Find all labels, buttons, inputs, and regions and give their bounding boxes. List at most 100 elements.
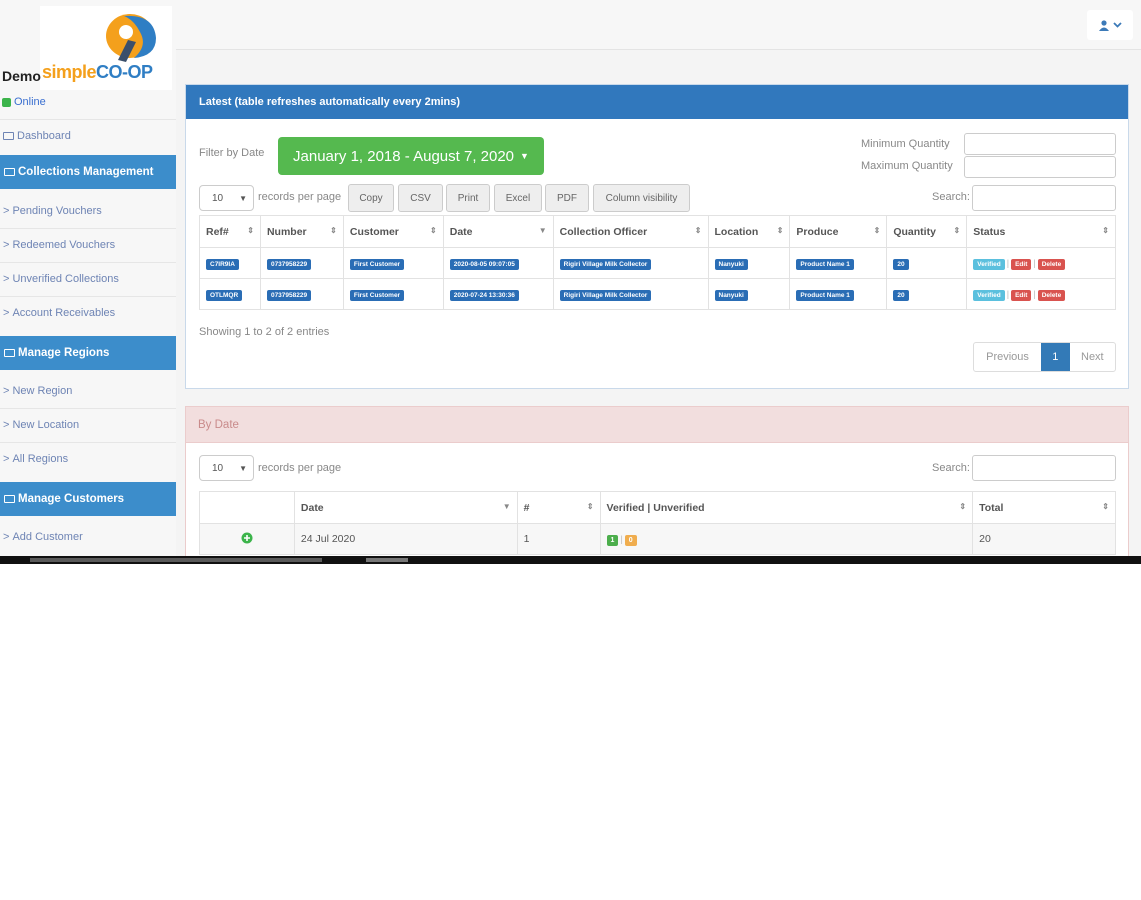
divider: [0, 262, 176, 263]
sidebar-item-new-location[interactable]: > New Location: [0, 419, 176, 431]
records-per-page-label: records per page: [258, 191, 342, 203]
sidebar: simpleCO-OP Demo Online Dashboard Collec…: [0, 0, 176, 558]
sidebar-item-unverified-collections[interactable]: > Unverified Collections: [0, 273, 176, 285]
user-menu-button[interactable]: [1087, 10, 1133, 40]
column-header-verified-unverified[interactable]: Verified | Unverified ⇕: [599, 491, 974, 524]
column-header-count[interactable]: # ⇕: [516, 491, 601, 524]
delete-button[interactable]: Delete: [1037, 258, 1066, 270]
sidebar-group-collections[interactable]: Collections Management: [0, 155, 176, 189]
csv-button[interactable]: CSV: [398, 184, 443, 212]
sidebar-group-regions[interactable]: Manage Regions: [0, 336, 176, 370]
sidebar-group-customers[interactable]: Manage Customers: [0, 482, 176, 516]
latest-table: Ref# ⇕ Number ⇕ Customer ⇕ Date ▼ Collection…: [199, 215, 1116, 310]
plus-circle-icon[interactable]: [241, 532, 253, 544]
pagination: Previous 1 Next: [973, 342, 1116, 372]
sidebar-item-add-customer[interactable]: > Add Customer: [0, 531, 176, 543]
column-header-collection-officer[interactable]: Collection Officer ⇕: [552, 215, 709, 248]
min-quantity-label: Minimum Quantity: [861, 138, 950, 150]
search-label: Search:: [932, 462, 970, 474]
divider: [0, 442, 176, 443]
print-button[interactable]: Print: [446, 184, 490, 212]
date-badge: 2020-08-05 09:07:05: [449, 258, 519, 270]
date-badge: 2020-07-24 13:30:36: [449, 289, 519, 301]
produce-badge: Product Name 1: [796, 258, 854, 270]
divider: [0, 408, 176, 409]
number-badge: 0737958229: [266, 258, 312, 270]
customer-badge: First Customer: [349, 289, 405, 301]
officer-badge: Rigiri Village Milk Collector: [559, 258, 652, 270]
latest-panel-title: Latest (table refreshes automatically ev…: [186, 85, 1128, 119]
officer-badge: Rigiri Village Milk Collector: [559, 289, 652, 301]
sidebar-item-dashboard[interactable]: Dashboard: [0, 130, 176, 142]
logo-mark-icon: [106, 14, 156, 62]
logo-text: simpleCO-OP: [42, 62, 153, 82]
list-icon: [4, 495, 15, 503]
column-header-status[interactable]: Status ⇕: [966, 215, 1116, 248]
table-header-row: Ref# ⇕ Number ⇕ Customer ⇕ Date ▼ Collection…: [199, 215, 1116, 248]
customer-badge: First Customer: [349, 258, 405, 270]
table-header-row: Date ▼ # ⇕ Verified | Unverified ⇕ Total ⇕: [199, 491, 1116, 524]
verified-count-badge: 1: [606, 534, 619, 546]
divider: [0, 119, 176, 120]
column-header-number[interactable]: Number ⇕: [259, 215, 344, 248]
number-badge: 0737958229: [266, 289, 312, 301]
delete-button[interactable]: Delete: [1037, 289, 1066, 301]
column-header-date[interactable]: Date ▼: [442, 215, 554, 248]
column-header-location[interactable]: Location ⇕: [707, 215, 791, 248]
search-input[interactable]: [972, 185, 1116, 211]
sidebar-item-redeemed-vouchers[interactable]: > Redeemed Vouchers: [0, 239, 176, 251]
sidebar-item-all-regions[interactable]: > All Regions: [0, 453, 176, 465]
pdf-button[interactable]: PDF: [545, 184, 589, 212]
page-1-button[interactable]: 1: [1041, 343, 1070, 371]
online-dot-icon: [2, 97, 11, 107]
min-quantity-input[interactable]: [964, 133, 1116, 155]
verified-badge[interactable]: Verified: [973, 289, 1005, 301]
records-per-page-label: records per page: [258, 462, 342, 474]
date-range-button[interactable]: January 1, 2018 - August 7, 2020 ▼: [278, 137, 544, 175]
sidebar-item-new-region[interactable]: > New Region: [0, 385, 176, 397]
excel-button[interactable]: Excel: [494, 184, 542, 212]
column-visibility-button[interactable]: Column visibility: [593, 184, 690, 212]
table-row: OTLMQR 0737958229 First Customer 2020-07…: [199, 278, 1116, 310]
table-row: C7IR9IA 0737958229 First Customer 2020-0…: [199, 247, 1116, 279]
divider: [0, 228, 176, 229]
next-page-button[interactable]: Next: [1070, 343, 1115, 371]
taskbar-segment: [366, 558, 408, 562]
entries-info: Showing 1 to 2 of 2 entries: [199, 326, 330, 338]
page-size-select[interactable]: 10 ▼: [199, 455, 254, 481]
column-header-total[interactable]: Total ⇕: [972, 491, 1116, 524]
count-cell: 1: [516, 523, 601, 555]
edit-button[interactable]: Edit: [1011, 289, 1032, 301]
edit-button[interactable]: Edit: [1011, 258, 1032, 270]
taskbar-segment: [30, 558, 322, 562]
latest-panel: Latest (table refreshes automatically ev…: [185, 84, 1129, 389]
sidebar-item-pending-vouchers[interactable]: > Pending Vouchers: [0, 205, 176, 217]
quantity-badge: 20: [893, 258, 909, 270]
user-icon: [1098, 19, 1109, 31]
quantity-badge: 20: [893, 289, 909, 301]
location-badge: Nanyuki: [714, 258, 748, 270]
column-header-produce[interactable]: Produce ⇕: [789, 215, 888, 248]
column-header-quantity[interactable]: Quantity ⇕: [886, 215, 968, 248]
sidebar-item-account-receivables[interactable]: > Account Receivables: [0, 307, 176, 319]
filter-by-date-label: Filter by Date: [199, 147, 265, 159]
search-label: Search:: [932, 191, 970, 203]
produce-badge: Product Name 1: [796, 289, 854, 301]
page-size-select[interactable]: 10 ▼: [199, 185, 254, 211]
location-badge: Nanyuki: [714, 289, 748, 301]
logo: simpleCO-OP: [40, 6, 172, 90]
divider: [0, 296, 176, 297]
ref-badge: C7IR9IA: [206, 258, 239, 270]
column-header-customer[interactable]: Customer ⇕: [342, 215, 444, 248]
previous-page-button[interactable]: Previous: [974, 343, 1041, 371]
max-quantity-label: Maximum Quantity: [861, 160, 953, 172]
max-quantity-input[interactable]: [964, 156, 1116, 178]
search-input[interactable]: [972, 455, 1116, 481]
by-date-table: Date ▼ # ⇕ Verified | Unverified ⇕ Total ⇕ 2…: [199, 491, 1116, 555]
by-date-panel: By Date 10 ▼ records per page Search: Dat…: [185, 406, 1129, 558]
copy-button[interactable]: Copy: [348, 184, 394, 212]
column-header-date[interactable]: Date ▼: [293, 491, 518, 524]
by-date-panel-title: By Date: [186, 407, 1128, 443]
column-header-ref[interactable]: Ref# ⇕: [199, 215, 261, 248]
verified-badge[interactable]: Verified: [973, 258, 1005, 270]
